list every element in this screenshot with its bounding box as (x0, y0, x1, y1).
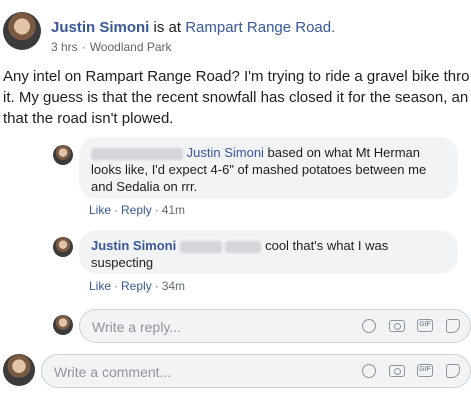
comment-input[interactable]: Write a comment... GIF (41, 354, 471, 388)
current-user-avatar (53, 315, 73, 335)
like-link[interactable]: Like (89, 203, 111, 217)
reply-link[interactable]: Reply (121, 279, 152, 293)
sticker-icon[interactable] (444, 317, 462, 335)
comment-bubble: Justin Simoni based on what Mt Herman lo… (79, 137, 458, 199)
redacted-name (91, 147, 183, 160)
location-link[interactable]: Woodland Park (90, 40, 172, 54)
comment-tools: GIF (360, 362, 462, 380)
sticker-icon[interactable] (444, 362, 462, 380)
post-header: Justin Simoni is at Rampart Range Road. … (0, 12, 471, 62)
is-at-text: is at (149, 19, 186, 36)
like-link[interactable]: Like (89, 279, 111, 293)
comment-time[interactable]: 41m (162, 203, 185, 217)
post-meta: 3 hrs · Woodland Park (51, 40, 172, 54)
reply-link[interactable]: Reply (121, 203, 152, 217)
reply-author-link[interactable]: Justin Simoni (91, 238, 176, 253)
author-avatar[interactable] (3, 12, 41, 50)
comment-text: suspecting (91, 255, 154, 270)
camera-icon[interactable] (388, 362, 406, 380)
place-link[interactable]: Rampart Range Road. (185, 19, 335, 36)
gif-icon[interactable]: GIF (416, 317, 434, 335)
redacted-name (179, 240, 222, 253)
header-title: Justin Simoni is at Rampart Range Road. (51, 19, 335, 36)
gif-icon[interactable]: GIF (416, 362, 434, 380)
post-text-line: that the road isn't plowed. (3, 110, 174, 127)
action-separator: · (114, 203, 119, 217)
comment-text: based on what Mt Herman (263, 145, 421, 160)
reply-actions: Like · Reply · 34m (89, 279, 185, 293)
action-separator: · (154, 279, 159, 293)
current-user-avatar (3, 354, 35, 386)
reply-placeholder: Write a reply... (92, 319, 181, 335)
comment-text: looks like, I'd expect 4-6" of mashed po… (91, 162, 427, 177)
comment-line: Justin Simoni based on what Mt Herman (91, 144, 446, 161)
tagged-user-link[interactable]: Justin Simoni (187, 145, 264, 160)
emoji-icon[interactable] (360, 362, 378, 380)
redacted-name (225, 240, 262, 253)
post-text-line: Any intel on Rampart Range Road? I'm try… (3, 68, 469, 85)
meta-separator: · (81, 40, 86, 54)
reply-avatar[interactable] (53, 237, 73, 257)
emoji-icon[interactable] (360, 317, 378, 335)
action-separator: · (154, 203, 159, 217)
post-time-link[interactable]: 3 hrs (51, 40, 78, 54)
post-text-line: it. My guess is that the recent snowfall… (3, 89, 469, 106)
comment-text: cool that's what I was (261, 238, 389, 253)
camera-icon[interactable] (388, 317, 406, 335)
commenter-avatar[interactable] (53, 145, 73, 165)
comment-placeholder: Write a comment... (54, 364, 172, 380)
comment-time[interactable]: 34m (162, 279, 185, 293)
post-body: Any intel on Rampart Range Road? I'm try… (3, 66, 469, 129)
action-separator: · (114, 279, 119, 293)
comment-text: and Sedalia on rrr. (91, 179, 198, 194)
reply-tools: GIF (360, 317, 462, 335)
comment-actions: Like · Reply · 41m (89, 203, 185, 217)
reply-input[interactable]: Write a reply... GIF (79, 309, 471, 343)
reply-bubble: Justin Simoni cool that's what I was sus… (79, 230, 458, 274)
author-name-link[interactable]: Justin Simoni (51, 19, 149, 36)
comment-line: Justin Simoni cool that's what I was (91, 237, 446, 254)
